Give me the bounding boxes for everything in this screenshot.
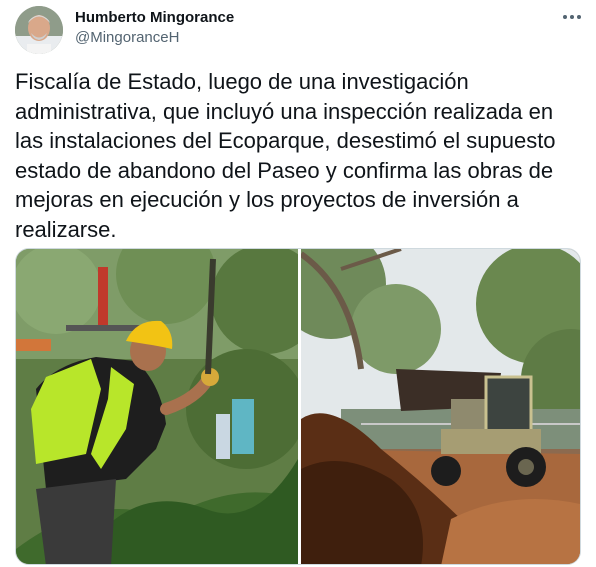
- photo-worker-machete[interactable]: [16, 249, 298, 564]
- tweet-text: Fiscalía de Estado, luego de una investi…: [15, 69, 556, 242]
- dot: [577, 15, 581, 19]
- media-grid: [15, 248, 581, 565]
- author-name[interactable]: Humberto Mingorance: [75, 9, 234, 26]
- tweet-card[interactable]: Humberto Mingorance @MingoranceH Fiscalí…: [0, 0, 596, 567]
- more-dots-icon[interactable]: [560, 7, 584, 27]
- dot: [563, 15, 567, 19]
- dot: [570, 15, 574, 19]
- author-handle[interactable]: @MingoranceH: [75, 29, 179, 46]
- avatar[interactable]: [15, 6, 63, 54]
- photo-backhoe-loader[interactable]: [301, 249, 580, 564]
